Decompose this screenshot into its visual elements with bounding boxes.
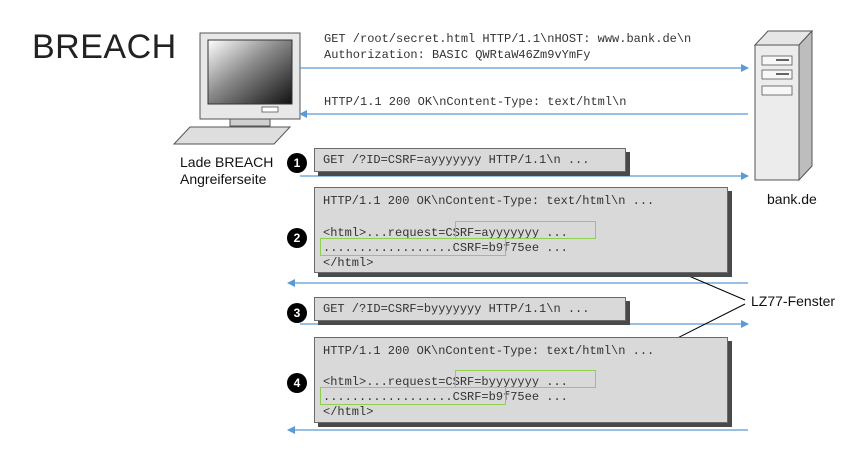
- step-badge-1: 1: [287, 153, 307, 173]
- message-box-request-3: GET /?ID=CSRF=byyyyyyy HTTP/1.1\n ...: [314, 297, 626, 321]
- response-2-line1: HTTP/1.1 200 OK\nContent-Type: text/html…: [323, 194, 655, 208]
- step-badge-2: 2: [287, 228, 307, 248]
- response-initial: HTTP/1.1 200 OK\nContent-Type: text/html…: [324, 95, 627, 109]
- step-badge-3: 3: [287, 303, 307, 323]
- highlight-secret-csrf-a: [320, 238, 506, 256]
- response-2-line5: </html>: [323, 256, 374, 270]
- request-initial-line1: GET /root/secret.html HTTP/1.1\nHOST: ww…: [324, 32, 692, 46]
- highlight-request-csrf-a: [455, 221, 596, 239]
- client-label-line2: Angreiferseite: [180, 171, 267, 187]
- message-box-request-1: GET /?ID=CSRF=ayyyyyyy HTTP/1.1\n ...: [314, 148, 626, 172]
- step-badge-4: 4: [287, 373, 307, 393]
- lz77-label: LZ77-Fenster: [751, 293, 836, 309]
- request-initial-line2: Authorization: BASIC QWRtaW46Zm9vYmFy: [324, 48, 591, 62]
- computer-icon: [172, 32, 301, 145]
- server-label: bank.de: [767, 191, 817, 207]
- request-3-text: GET /?ID=CSRF=byyyyyyy HTTP/1.1\n ...: [323, 302, 590, 316]
- client-label-line1: Lade BREACH: [180, 154, 274, 170]
- highlight-request-csrf-b: [455, 370, 596, 388]
- request-1-text: GET /?ID=CSRF=ayyyyyyy HTTP/1.1\n ...: [323, 153, 590, 167]
- server-icon: [753, 29, 814, 182]
- response-4-line5: </html>: [323, 405, 374, 419]
- response-4-line1: HTTP/1.1 200 OK\nContent-Type: text/html…: [323, 344, 655, 358]
- highlight-secret-csrf-b: [320, 387, 506, 405]
